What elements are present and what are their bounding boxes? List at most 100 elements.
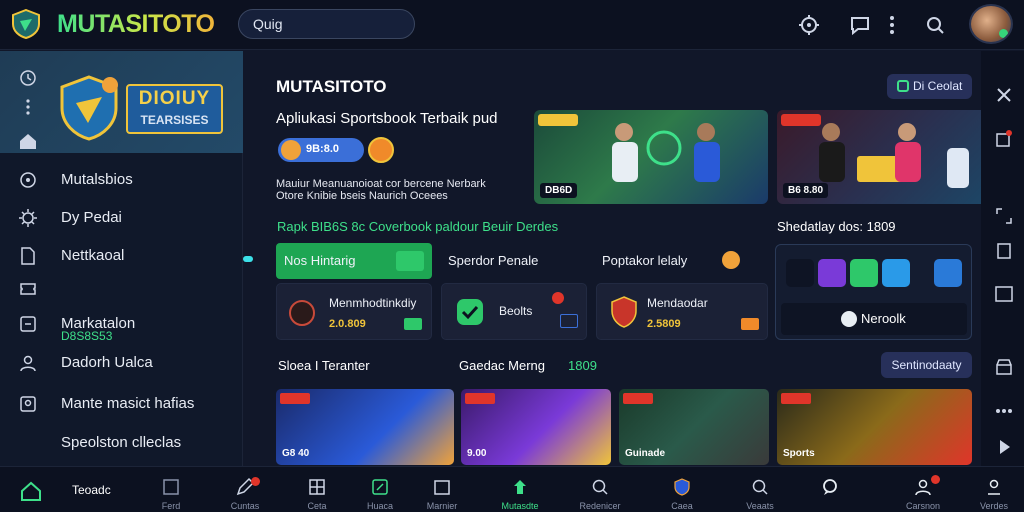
lock-icon — [988, 479, 1000, 495]
image-icon — [20, 396, 36, 412]
sidebar-item-markatalon[interactable]: Markatalon — [0, 307, 243, 341]
sidebar-item-speolston-clleclas[interactable]: Speolston clleclas — [0, 426, 243, 460]
sidebar-item-mutalsbios[interactable]: Mutalsbios — [0, 163, 243, 197]
shield-icon — [674, 478, 690, 496]
hero-label: DB6D — [540, 183, 578, 198]
nav-label: Veaats — [746, 501, 774, 511]
book-icon — [163, 479, 179, 495]
sidebar-item-label: Mante masict hafias — [61, 395, 195, 412]
game-tile-3[interactable]: Guinade — [619, 389, 769, 465]
play-icon[interactable] — [994, 437, 1014, 457]
coin-button[interactable] — [368, 137, 394, 163]
app-icon[interactable] — [934, 259, 962, 287]
game-tag — [623, 393, 653, 404]
tab-poptakor-lelaly[interactable]: Poptakor lelaly — [602, 243, 752, 279]
chat-icon[interactable] — [849, 14, 871, 36]
market-card-3[interactable]: Mendaodar 2.5809 — [596, 283, 768, 340]
nav-label: Marnier — [426, 501, 458, 511]
network-button-label: Neroolk — [861, 311, 906, 326]
close-icon[interactable] — [552, 292, 564, 304]
logo-icon[interactable] — [11, 9, 41, 39]
calendar-icon — [434, 480, 450, 495]
market-card-2[interactable]: Beolts — [441, 283, 587, 340]
user-icon — [915, 479, 931, 496]
more-horizontal-icon[interactable] — [994, 401, 1014, 421]
nav-label: Caea — [671, 501, 693, 511]
tab-sperdor-penale[interactable]: Sperdor Penale — [446, 243, 586, 279]
network-button[interactable]: Neroolk — [781, 303, 967, 335]
grid-icon — [309, 479, 325, 495]
nav-label: Ceta — [307, 501, 327, 511]
badge-icon — [722, 251, 740, 269]
app-icon[interactable] — [882, 259, 910, 287]
page-subtitle: Apliukasi Sportsbook Terbaik pud — [276, 110, 498, 127]
sidebar-item-dy-pedai[interactable]: Dy Pedai — [0, 201, 243, 235]
network-icon — [841, 311, 857, 327]
nav-item[interactable]: Caea — [652, 467, 712, 512]
brand-name[interactable]: MUTASITOTO — [57, 10, 215, 39]
app-icon[interactable] — [850, 259, 878, 287]
sidebar-resize-handle[interactable] — [243, 256, 253, 262]
market-card-1[interactable]: Menmhodtinkdiy 2.0.809 — [276, 283, 432, 340]
note-icon[interactable] — [994, 241, 1014, 261]
nav-item[interactable]: Veaats — [730, 467, 790, 512]
notification-badge — [931, 475, 940, 484]
game-tile-2[interactable]: 9.00 — [461, 389, 611, 465]
target-icon[interactable] — [798, 14, 820, 36]
sidebar-item-mante-masict-hafias[interactable]: Mante masict hafias — [0, 387, 243, 421]
nav-item[interactable]: Carsnon — [893, 467, 953, 512]
expand-icon[interactable] — [994, 206, 1014, 226]
clock-icon[interactable] — [18, 68, 38, 88]
nav-item[interactable]: Ceta — [287, 467, 347, 512]
app-icon[interactable] — [786, 259, 814, 287]
ticket-icon[interactable] — [18, 279, 38, 299]
game-tag — [280, 393, 310, 404]
tab-label: Poptakor lelaly — [602, 253, 688, 268]
nav-item[interactable] — [800, 467, 860, 512]
collapse-icon[interactable] — [994, 85, 1014, 105]
card-chip-icon — [404, 318, 422, 330]
search-input[interactable]: Quig — [238, 9, 415, 39]
sidebar-item-nettkaoal[interactable]: Nettkaoal — [0, 239, 243, 273]
sidebar-item-label: Mutalsbios — [61, 171, 133, 188]
avatar[interactable] — [969, 4, 1013, 44]
hero-banner-2[interactable]: B6 8.80 — [777, 110, 1011, 204]
game-tile-1[interactable]: G8 40 — [276, 389, 454, 465]
nav-item[interactable]: Verdes — [964, 467, 1024, 512]
section-label: Rapk BIB6S 8c Coverbook paldour Beuir De… — [277, 219, 559, 234]
screen-icon[interactable] — [994, 284, 1014, 304]
team-crest-icon — [289, 300, 315, 326]
tab-nos-hintarig[interactable]: Nos Hintarig — [276, 243, 432, 279]
tag-button[interactable]: Di Ceolat — [887, 74, 972, 99]
export-icon[interactable] — [994, 129, 1014, 149]
gear-icon — [19, 209, 37, 227]
odds-pill[interactable]: 9B:8.0 — [278, 138, 364, 162]
shield-crest-icon — [611, 296, 637, 328]
shield-logo-icon — [60, 75, 118, 141]
nav-item[interactable]: Marnier — [412, 467, 472, 512]
nav-item-active[interactable]: Mutasdte — [490, 467, 550, 512]
nav-item[interactable]: Ferd — [141, 467, 201, 512]
app-icon[interactable] — [818, 259, 846, 287]
players-illustration-icon — [819, 123, 969, 188]
nav-item[interactable]: Huaca — [350, 467, 410, 512]
nav-item[interactable]: Redenicer — [570, 467, 630, 512]
more-vertical-icon[interactable] — [887, 14, 897, 36]
sidebar-banner-line2: TEARSISES — [140, 113, 209, 127]
nav-item[interactable]: Cuntas — [215, 467, 275, 512]
sidebar-item-label: Nettkaoal — [61, 247, 125, 264]
tab-row: Nos Hintarig Sperdor Penale Poptakor lel… — [276, 243, 756, 279]
game-tile-4[interactable]: Sports — [777, 389, 972, 465]
home-icon[interactable] — [18, 131, 38, 151]
see-more-button[interactable]: Sentinodaaty — [881, 352, 972, 378]
sidebar-item-dadorh-ualca[interactable]: Dadorh Ualca — [0, 346, 243, 380]
search-icon[interactable] — [924, 14, 946, 36]
nav-label: Verdes — [979, 501, 1009, 511]
nav-home[interactable]: Teoadc — [0, 467, 140, 512]
more-vertical-icon[interactable] — [23, 97, 33, 117]
card-chip-icon — [741, 318, 759, 330]
nav-label: Cuntas — [230, 501, 260, 511]
store-icon[interactable] — [994, 357, 1014, 377]
sidebar-item-label: Markatalon — [61, 315, 136, 332]
hero-banner-1[interactable]: DB6D — [534, 110, 768, 204]
